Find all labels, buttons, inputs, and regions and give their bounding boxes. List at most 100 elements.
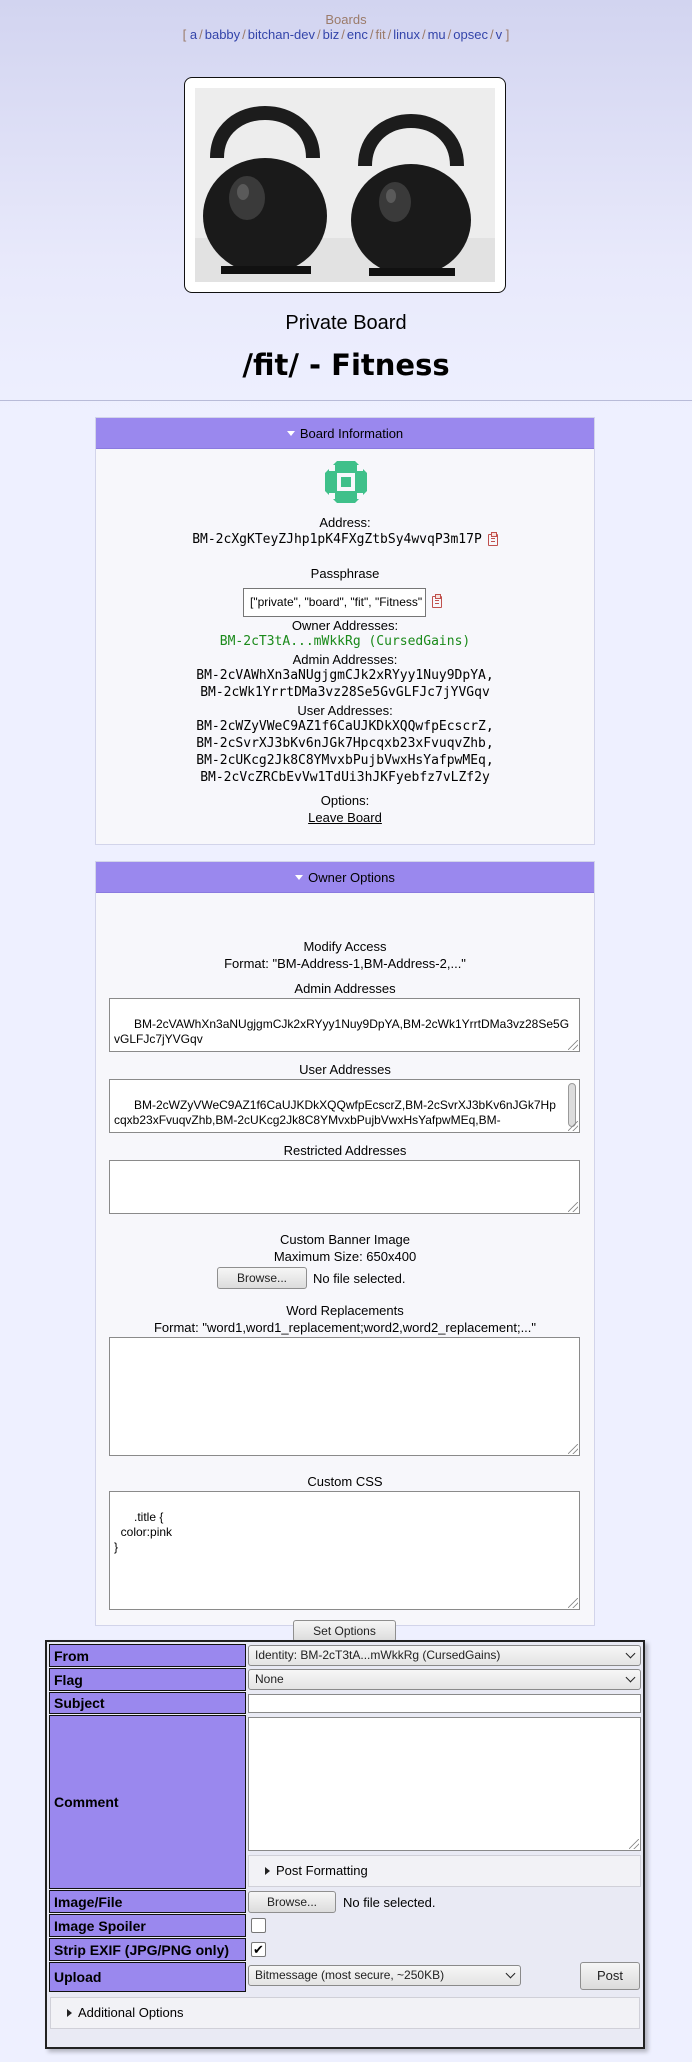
upload-method-value: Bitmessage (most secure, ~250KB) <box>255 1968 445 1982</box>
chevron-down-icon <box>625 1648 636 1659</box>
page-title: /fit/ - Fitness <box>242 348 450 382</box>
post-formatting-toggle[interactable]: Post Formatting <box>248 1855 641 1887</box>
strip-exif-label: Strip EXIF (JPG/PNG only) <box>49 1938 246 1961</box>
nav-separator: / <box>199 27 203 42</box>
board-identicon-icon <box>325 461 367 503</box>
image-spoiler-checkbox[interactable] <box>251 1918 266 1933</box>
banner-image <box>195 88 495 282</box>
user-address-4: BM-2cVcZRCbEvVw1TdUi3hJKFyebfz7vLZf2y <box>200 770 490 785</box>
board-link-opsec[interactable]: opsec <box>453 27 488 42</box>
custom-css-value: .title { color:pink } <box>114 1510 173 1554</box>
board-link-mu[interactable]: mu <box>428 27 446 42</box>
board-link-fit[interactable]: fit <box>375 27 385 42</box>
image-file-label: Image/File <box>49 1890 246 1913</box>
nav-separator: / <box>341 27 345 42</box>
flag-label: Flag <box>49 1668 246 1691</box>
owner-addresses-label: Owner Addresses: <box>291 618 399 633</box>
board-privacy-label: Private Board <box>285 312 407 334</box>
banner-max-size: Maximum Size: 650x400 <box>273 1249 417 1264</box>
restricted-addresses-textarea[interactable] <box>109 1160 580 1214</box>
nav-separator: / <box>489 27 494 42</box>
strip-exif-checkbox[interactable]: ✔ <box>251 1942 266 1957</box>
owner-address-link[interactable]: BM-2cT3tA...mWkkRg (CursedGains) <box>96 634 594 649</box>
user-addresses-textarea[interactable]: BM-2cWZyVWeC9AZ1f6CaUJKDkXQQwfpEcscrZ,BM… <box>109 1079 580 1133</box>
resize-grip-icon[interactable] <box>568 1202 578 1212</box>
subject-input[interactable] <box>248 1694 641 1713</box>
chevron-down-icon <box>505 1968 516 1979</box>
admin-addresses-textarea[interactable]: BM-2cVAWhXn3aNUgjgmCJk2xRYyy1Nuy9DpYA,BM… <box>109 998 580 1052</box>
board-link-linux[interactable]: linux <box>393 27 420 42</box>
upload-method-select[interactable]: Bitmessage (most secure, ~250KB) <box>248 1965 521 1986</box>
board-link-biz[interactable]: biz <box>323 27 340 42</box>
banner-browse-button[interactable]: Browse... <box>217 1267 307 1289</box>
nav-separator: / <box>387 27 392 42</box>
admin-addresses-field-label: Admin Addresses <box>294 981 396 996</box>
boards-title: Boards <box>325 12 367 27</box>
caret-right-icon <box>67 2009 72 2017</box>
caret-down-icon <box>286 431 295 437</box>
post-formatting-label: Post Formatting <box>276 1863 368 1878</box>
board-address: BM-2cXgKTeyZJhp1pK4FXgZtbSy4wvqP3m17P <box>192 532 482 547</box>
file-browse-button[interactable]: Browse... <box>248 1891 336 1913</box>
copy-address-icon[interactable] <box>487 531 498 546</box>
flag-select[interactable]: None <box>248 1669 641 1690</box>
user-addresses-label: User Addresses: <box>297 703 393 718</box>
admin-addresses-label: Admin Addresses: <box>292 652 398 667</box>
user-address-1: BM-2cWZyVWeC9AZ1f6CaUJKDkXQQwfpEcscrZ, <box>196 719 494 734</box>
leave-board-link[interactable]: Leave Board <box>308 810 382 825</box>
resize-grip-icon[interactable] <box>568 1444 578 1454</box>
from-select-value: Identity: BM-2cT3tA...mWkkRg (CursedGain… <box>255 1648 501 1662</box>
word-replacements-format: Format: "word1,word1_replacement;word2,w… <box>153 1320 537 1335</box>
flag-select-value: None <box>255 1672 284 1686</box>
board-link-a[interactable]: a <box>190 27 197 42</box>
checkmark-icon: ✔ <box>253 1942 264 1957</box>
set-options-button[interactable]: Set Options <box>293 1620 396 1642</box>
word-replacements-textarea[interactable] <box>109 1337 580 1456</box>
nav-separator: / <box>242 27 246 42</box>
resize-grip-icon[interactable] <box>629 1839 639 1849</box>
options-label: Options: <box>320 793 370 808</box>
restricted-addresses-field-label: Restricted Addresses <box>283 1143 407 1158</box>
image-spoiler-label: Image Spoiler <box>49 1914 246 1937</box>
board-link-v[interactable]: v <box>496 27 503 42</box>
comment-textarea[interactable] <box>248 1717 641 1851</box>
word-replacements-label: Word Replacements <box>286 1303 404 1318</box>
board-information-panel: Board Information Address: BM-2cXgKTeyZJ… <box>95 417 595 845</box>
user-address-2: BM-2cSvrXJ3bKv6nJGk7Hpcqxb23xFvuqvZhb, <box>196 736 494 751</box>
boards-nav: [ a / babby / bitchan-dev / biz / enc / fit / linux /… <box>0 27 692 42</box>
owner-options-toggle[interactable]: Owner Options <box>96 862 594 893</box>
address-label: Address: <box>319 515 371 530</box>
subject-label: Subject <box>49 1692 246 1714</box>
board-banner <box>184 77 506 293</box>
passphrase-label: Passphrase <box>310 566 380 581</box>
board-information-toggle[interactable]: Board Information <box>96 418 594 449</box>
post-button[interactable]: Post <box>580 1962 640 1990</box>
additional-options-toggle[interactable]: Additional Options <box>50 1997 640 2029</box>
resize-grip-icon[interactable] <box>568 1040 578 1050</box>
passphrase-field[interactable]: ["private", "board", "fit", "Fitness" <box>243 588 426 617</box>
board-link-bitchan-dev[interactable]: bitchan-dev <box>248 27 315 42</box>
from-label: From <box>49 1644 246 1667</box>
board-link-babby[interactable]: babby <box>205 27 240 42</box>
copy-passphrase-icon[interactable] <box>432 594 442 608</box>
divider <box>0 400 692 401</box>
modify-access-format: Format: "BM-Address-1,BM-Address-2,..." <box>224 956 466 971</box>
owner-options-panel: Owner Options Modify Access Format: "BM-… <box>95 861 595 1642</box>
post-form: From Identity: BM-2cT3tA...mWkkRg (Curse… <box>45 1640 645 2049</box>
upload-label: Upload <box>49 1962 246 1992</box>
nav-close-bracket: ] <box>505 27 510 42</box>
custom-banner-label: Custom Banner Image <box>279 1232 411 1247</box>
owner-options-toggle-label: Owner Options <box>308 870 395 885</box>
nav-separator: / <box>421 27 426 42</box>
modify-access-label: Modify Access <box>303 939 387 954</box>
custom-css-textarea[interactable]: .title { color:pink } <box>109 1491 580 1610</box>
banner-file-status: No file selected. <box>313 1271 406 1286</box>
kettlebells-image <box>195 88 495 282</box>
resize-grip-icon[interactable] <box>568 1121 578 1131</box>
from-select[interactable]: Identity: BM-2cT3tA...mWkkRg (CursedGain… <box>248 1645 641 1666</box>
board-link-enc[interactable]: enc <box>347 27 368 42</box>
admin-address-2: BM-2cWk1YrrtDMa3vz28Se5GvGLFJc7jYVGqv <box>200 685 490 700</box>
resize-grip-icon[interactable] <box>568 1598 578 1608</box>
nav-separator: / <box>317 27 321 42</box>
board-address-row: BM-2cXgKTeyZJhp1pK4FXgZtbSy4wvqP3m17P <box>96 531 594 547</box>
